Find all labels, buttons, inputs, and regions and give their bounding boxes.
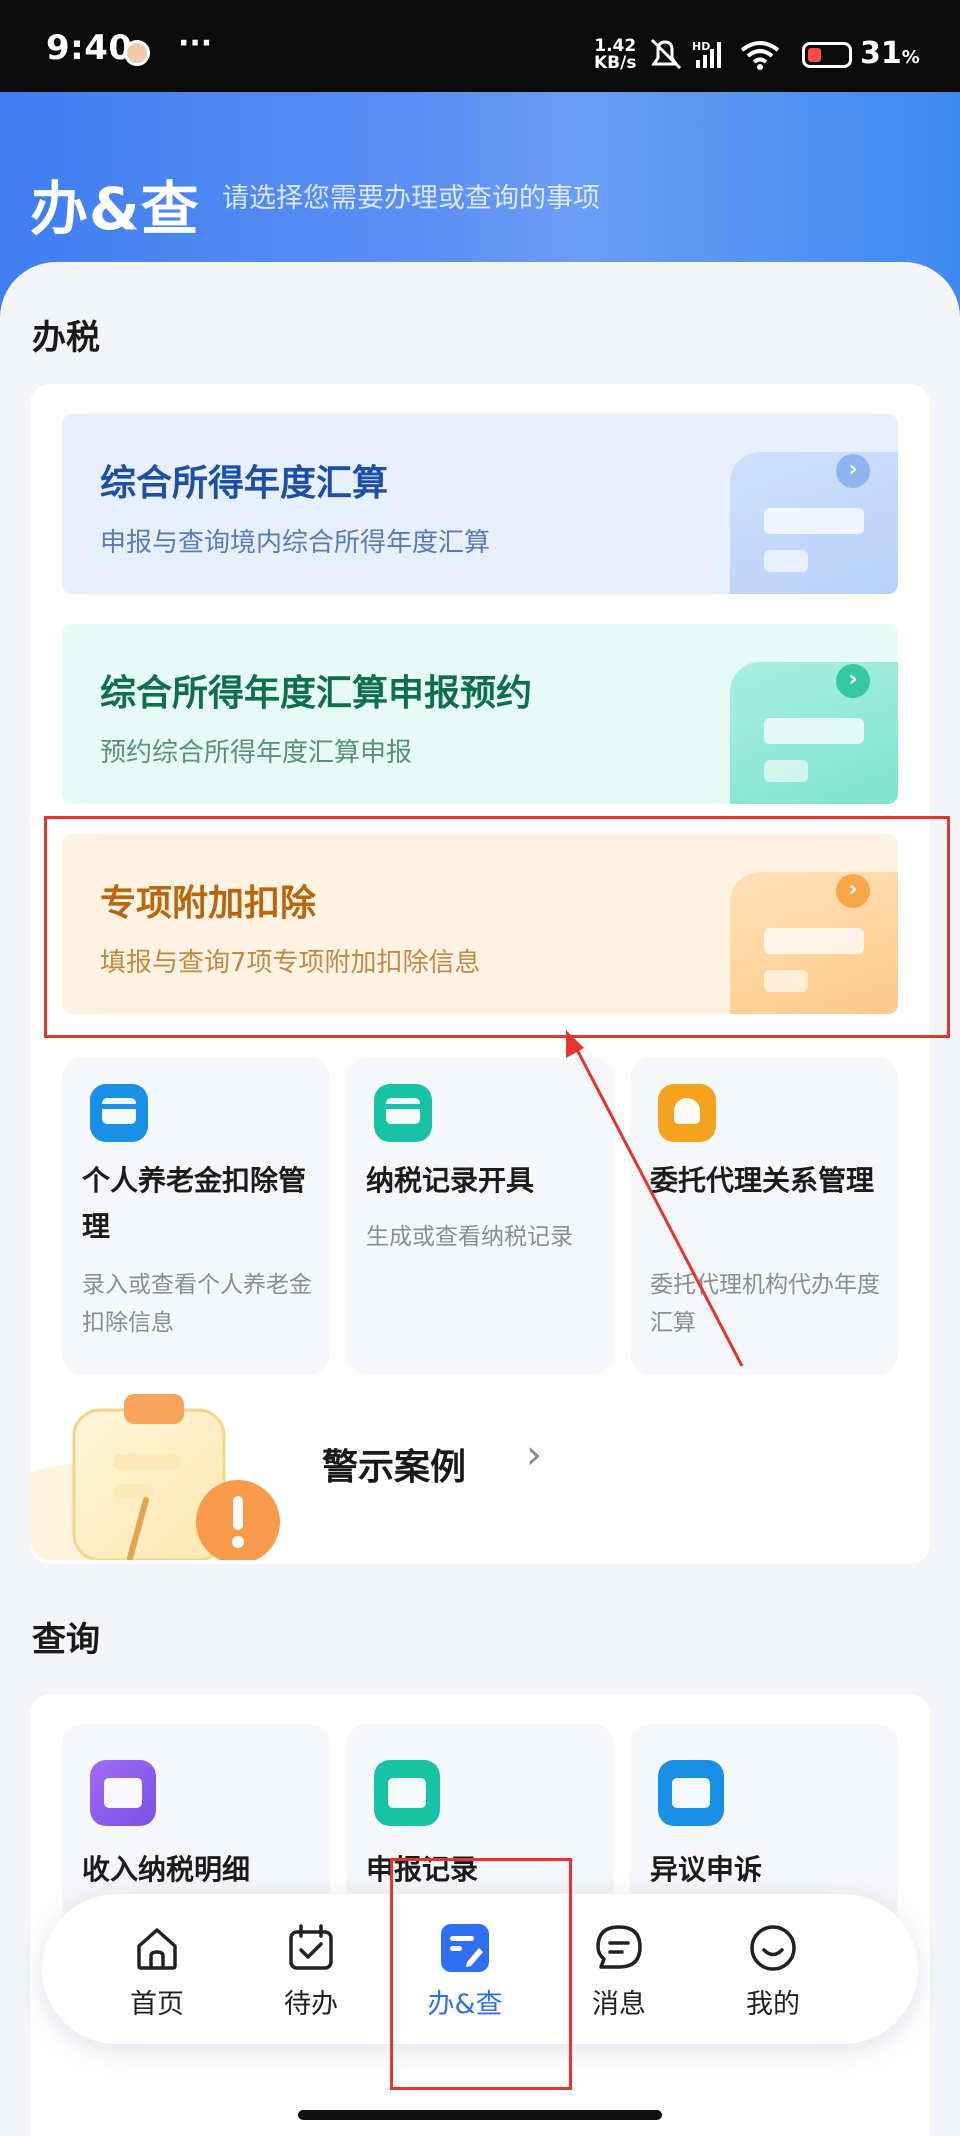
svg-text:HD: HD [692,40,710,53]
settlement-appointment-card[interactable]: 综合所得年度汇算申报预约 预约综合所得年度汇算申报 › [62,624,898,804]
message-icon [596,1925,642,1969]
chevron-right-icon: › [836,454,870,488]
agent-relation-card[interactable]: 委托代理关系管理 委托代理机构代办年度汇算 [630,1058,898,1374]
profile-smile-icon [750,1925,796,1971]
nav-item-messages[interactable]: 消息 [564,1922,674,2022]
nav-item-todo[interactable]: 待办 [256,1922,366,2022]
card-subtitle: 预约综合所得年度汇算申报 [100,738,413,768]
nav-item-home[interactable]: 首页 [102,1922,212,2022]
home-icon [137,1928,177,1970]
pension-deduction-card[interactable]: 个人养老金扣除管理 录入或查看个人养老金扣除信息 [62,1058,330,1374]
card-subtitle: 录入或查看个人养老金扣除信息 [82,1272,312,1336]
income-tax-detail-icon [90,1760,156,1826]
card-title: 综合所得年度汇算申报预约 [100,673,533,714]
battery-icon [802,42,852,68]
calendar-clock-illustration-icon [730,662,898,804]
card-title: 异议申诉 [650,1853,763,1886]
nav-label: 我的 [746,1989,800,2020]
page-subtitle: 请选择您需要办理或查询的事项 [222,183,600,214]
card-subtitle: 生成或查看纳税记录 [366,1224,573,1250]
card-title: 个人养老金扣除管理 [82,1164,307,1243]
pension-card-icon [90,1084,148,1142]
network-speed: 1.42 KB/s [594,36,637,73]
status-bar: 9:40 ··· 1.42 KB/s HD 31% [0,0,960,92]
declaration-record-icon [374,1760,440,1826]
calculator-illustration-icon [730,452,898,594]
card-title: 委托代理关系管理 [650,1164,875,1197]
warning-clipboard-illustration-icon [30,1394,280,1560]
card-title: 纳税记录开具 [366,1164,535,1197]
app-notification-icon [124,40,150,66]
annual-settlement-card[interactable]: 综合所得年度汇算 申报与查询境内综合所得年度汇算 › [62,414,898,594]
card-title: 综合所得年度汇算 [100,463,389,504]
nav-label: 首页 [130,1989,184,2020]
section-title-query: 查询 [32,1620,100,1660]
chevron-right-icon: › [836,664,870,698]
chevron-right-icon: › [526,1432,542,1478]
warning-cases-label: 警示案例 [322,1447,467,1488]
card-title: 收入纳税明细 [82,1853,251,1886]
nav-label: 待办 [284,1989,338,2020]
home-indicator[interactable] [298,2110,662,2120]
tax-record-card[interactable]: 纳税记录开具 生成或查看纳税记录 [346,1058,614,1374]
annotation-highlight-nav-handle-query [390,1858,572,2090]
warning-cases-banner[interactable]: 警示案例 › [30,1380,930,1560]
status-time: 9:40 [46,28,133,68]
card-subtitle: 委托代理机构代办年度汇算 [650,1272,880,1336]
annotation-highlight-special-deduction [44,816,950,1038]
battery-percent: 31% [860,36,920,71]
section-title-tax: 办税 [32,318,100,358]
todo-calendar-icon [289,1924,333,1970]
more-notifications-icon: ··· [178,26,213,61]
card-subtitle: 申报与查询境内综合所得年度汇算 [100,528,491,558]
status-icons: HD [650,36,800,80]
tax-record-icon [374,1084,432,1142]
nav-label: 消息 [592,1989,646,2020]
signal-wifi-icons: HD [650,38,780,70]
page-title: 办&查 [30,175,200,243]
agent-relation-icon [658,1084,716,1142]
appeal-icon [658,1760,724,1826]
nav-item-mine[interactable]: 我的 [718,1922,828,2022]
